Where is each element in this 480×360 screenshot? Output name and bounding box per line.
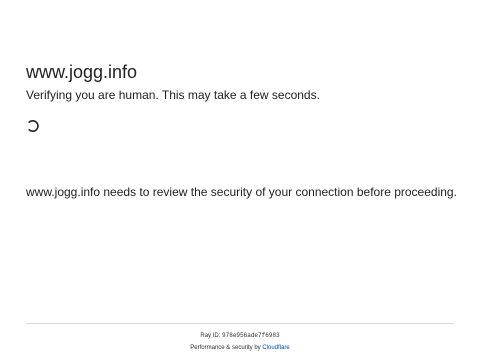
footer-divider (26, 323, 454, 324)
page-title: www.jogg.info (26, 62, 138, 82)
cloudflare-link[interactable]: Cloudflare (262, 345, 289, 351)
ray-id-value: 978e956ade7f6983 (222, 332, 280, 339)
security-message: www.jogg.info needs to review the securi… (26, 185, 457, 199)
verification-subtitle: Verifying you are human. This may take a… (26, 88, 320, 102)
loading-spinner-icon (26, 119, 40, 133)
ray-id-line: Ray ID: 978e956ade7f6983 (0, 332, 480, 340)
performance-label: Performance & security by (190, 345, 263, 351)
performance-line: Performance & security by Cloudflare (0, 344, 480, 352)
ray-id-label: Ray ID: (200, 333, 223, 339)
